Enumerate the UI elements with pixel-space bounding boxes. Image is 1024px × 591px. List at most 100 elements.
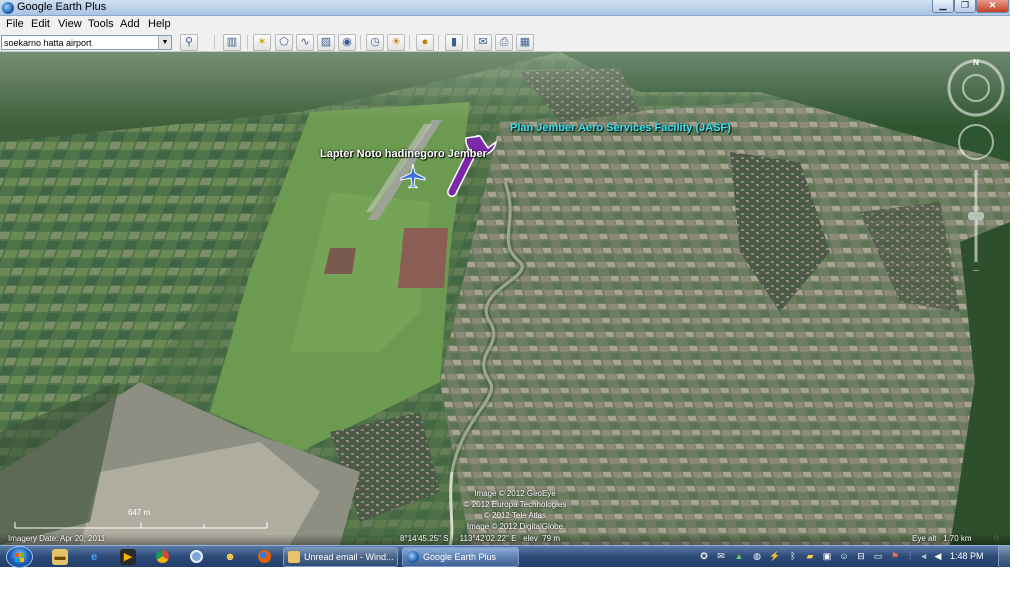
emoticon-pin[interactable]: ☻: [222, 549, 238, 565]
menu-view[interactable]: View: [58, 18, 82, 30]
search-input[interactable]: [2, 36, 158, 49]
envelope-icon: ✉: [478, 36, 488, 48]
print-button[interactable]: ⎙: [495, 34, 513, 51]
tray-drive-icon[interactable]: ▭: [872, 549, 884, 563]
menu-help[interactable]: Help: [148, 18, 171, 30]
sidebar-toggle-button[interactable]: ▥: [223, 34, 241, 51]
internet-explorer-pin[interactable]: e: [86, 549, 102, 565]
switch-to-sky-button[interactable]: ●: [416, 34, 434, 51]
svg-text:+: +: [973, 169, 979, 181]
pointer-coordinates: 8°14'45.25" S 113°42'02.22" E elev 79 m: [400, 534, 560, 543]
sidebar-icon: ▥: [226, 36, 238, 48]
menu-edit[interactable]: Edit: [31, 18, 50, 30]
menu-add[interactable]: Add: [120, 18, 140, 30]
smiley-icon: ☻: [224, 551, 236, 563]
title-bar[interactable]: Google Earth Plus ▁ ❐ ✕: [0, 0, 1010, 16]
ruler-button[interactable]: ▮: [445, 34, 463, 51]
action-center-flag-icon[interactable]: ⚑: [889, 549, 901, 563]
tray-network-icon[interactable]: ⊟: [855, 549, 867, 563]
taskbar-window-email[interactable]: Unread email - Wind...: [283, 547, 398, 567]
explorer-pin[interactable]: ▬: [52, 549, 68, 565]
toolbar: ▼ ⚲ ▥ ✶ ⬠ ∿ ▨ ◉ ◷ ☀ ● ▮ ✉ ⎙ ▦: [0, 32, 1010, 52]
printer-icon: ⎙: [499, 36, 509, 48]
toolbar-separator: [247, 35, 248, 50]
system-tray: ✪ ✉ ▲ ◍ ⚡ ᛒ ▰ ▣ ☺ ⊟ ▭ ⚑ ⫶ ⫷ ◀: [696, 549, 946, 565]
show-desktop-button[interactable]: [998, 546, 1010, 568]
path-icon: ∿: [300, 36, 310, 48]
menu-bar: File Edit View Tools Add Help: [0, 16, 1010, 32]
historical-imagery-button[interactable]: ◷: [366, 34, 384, 51]
taskbar-window-google-earth[interactable]: Google Earth Plus: [402, 547, 519, 567]
ruler-icon: ▮: [450, 36, 458, 48]
record-tour-button[interactable]: ◉: [338, 34, 356, 51]
firefox-pin[interactable]: [256, 549, 272, 565]
menu-tools[interactable]: Tools: [88, 18, 114, 30]
taskbar-clock[interactable]: 1:48 PM: [950, 551, 984, 561]
image-overlay-icon: ▨: [320, 36, 332, 48]
tray-power-icon[interactable]: ⚡: [769, 549, 781, 563]
search-combobox[interactable]: ▼: [1, 35, 172, 50]
mail-icon: [288, 551, 300, 563]
credit-line: © 2012 Europa Technologies: [463, 500, 567, 509]
signal-strength-icon[interactable]: ⫶: [904, 549, 916, 563]
polygon-icon: ⬠: [279, 36, 289, 48]
view-in-maps-button[interactable]: ▦: [516, 34, 534, 51]
tray-app-icon[interactable]: ✪: [698, 549, 710, 563]
chevron-down-icon[interactable]: ▼: [158, 36, 171, 49]
tray-mail-icon[interactable]: ✉: [715, 549, 727, 563]
wifi-icon[interactable]: ⫷: [918, 549, 930, 563]
maximize-button[interactable]: ❐: [954, 0, 976, 13]
planet-icon: ●: [421, 36, 429, 48]
email-button[interactable]: ✉: [474, 34, 492, 51]
imagery-credits: Image © 2012 GeoEye © 2012 Europa Techno…: [440, 488, 590, 532]
google-earth-icon: [2, 2, 14, 14]
search-button[interactable]: ⚲: [180, 34, 198, 51]
credit-line: Image © 2012 GeoEye: [474, 489, 556, 498]
start-button[interactable]: [6, 546, 33, 568]
media-player-pin[interactable]: ▶: [120, 549, 136, 565]
tray-folder-icon[interactable]: ▰: [804, 549, 816, 563]
windows-logo-icon: [15, 553, 25, 562]
credit-line: Image © 2012 DigitalGlobe: [466, 522, 564, 531]
tray-user-icon[interactable]: ☺: [838, 549, 850, 563]
taskbar-window-label: Unread email - Wind...: [304, 552, 394, 562]
toolbar-separator: [467, 35, 468, 50]
sun-icon: ☀: [391, 36, 401, 48]
zoom-slider-thumb: [968, 212, 984, 220]
satellite-imagery[interactable]: + − N: [0, 52, 1010, 545]
sunlight-button[interactable]: ☀: [387, 34, 405, 51]
status-bar: Imagery Date: Apr 20, 2011 8°14'45.25" S…: [0, 533, 1010, 545]
add-placemark-button[interactable]: ✶: [253, 34, 271, 51]
taskbar-window-label: Google Earth Plus: [423, 552, 497, 562]
bluetooth-icon[interactable]: ᛒ: [787, 549, 799, 563]
minimize-button[interactable]: ▁: [932, 0, 954, 13]
add-polygon-button[interactable]: ⬠: [275, 34, 293, 51]
volume-icon[interactable]: ◀: [932, 549, 944, 563]
chrome-icon: [155, 550, 169, 563]
streaming-progress-icon: ◌: [994, 533, 999, 542]
map-icon: ▦: [519, 36, 531, 48]
internet-explorer-icon: e: [90, 551, 98, 563]
menu-file[interactable]: File: [6, 18, 24, 30]
placemark-label-airport[interactable]: Lapter Noto hadinegoro Jember: [320, 148, 487, 160]
add-path-button[interactable]: ∿: [296, 34, 314, 51]
tray-sync-icon[interactable]: ◍: [751, 549, 763, 563]
chrome-pin[interactable]: [154, 549, 170, 565]
toolbar-separator: [409, 35, 410, 50]
messenger-pin[interactable]: [188, 549, 204, 565]
add-image-overlay-button[interactable]: ▨: [317, 34, 335, 51]
google-earth-icon: [407, 551, 419, 563]
tour-icon: ◉: [342, 36, 352, 48]
credit-line: © 2012 Tele Atlas: [483, 511, 547, 520]
clock-icon: ◷: [370, 36, 380, 48]
tray-triangle-icon[interactable]: ▲: [733, 549, 745, 563]
search-icon: ⚲: [184, 36, 194, 48]
earth-view[interactable]: + − N Lapter Noto hadinegoro Jember Plan…: [0, 52, 1010, 545]
scale-label: 647 m: [128, 508, 151, 517]
tray-display-icon[interactable]: ▣: [821, 549, 833, 563]
window-title: Google Earth Plus: [17, 1, 107, 13]
compass-north[interactable]: N: [973, 58, 979, 67]
toolbar-separator: [214, 35, 215, 50]
placemark-label-jasf[interactable]: Plan Jember Aero Services Facility (JASF…: [510, 122, 731, 134]
close-button[interactable]: ✕: [976, 0, 1009, 13]
